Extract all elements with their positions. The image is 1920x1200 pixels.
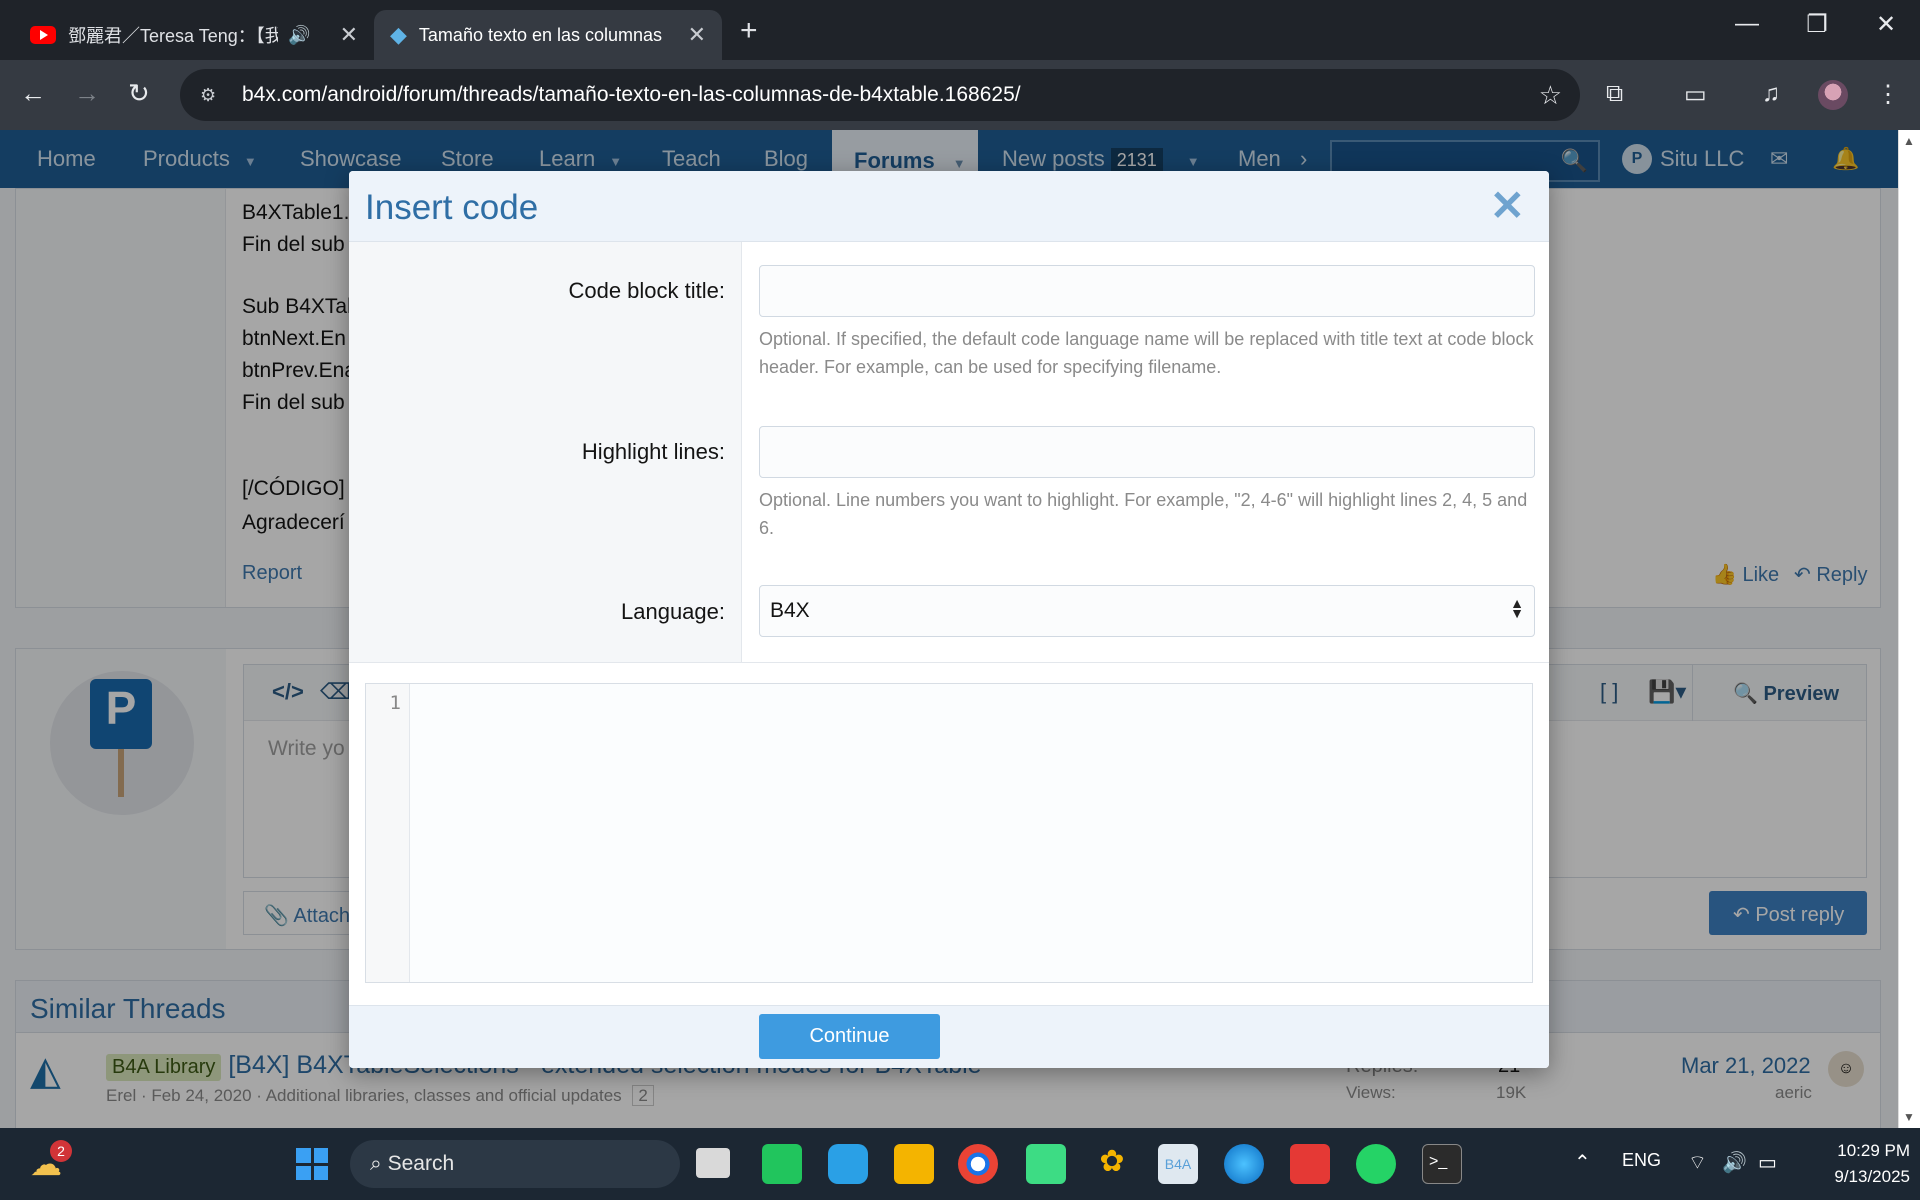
scroll-up-icon[interactable]: ▲ [1903,134,1915,148]
anydesk-icon[interactable] [1290,1144,1330,1184]
taskbar-search[interactable]: ⌕ Search [350,1140,680,1188]
profile-avatar[interactable] [1818,80,1848,110]
android-studio-icon[interactable] [1026,1144,1066,1184]
media-control-icon[interactable]: ♫ [1762,80,1780,108]
back-icon[interactable]: ← [20,78,46,109]
show-hidden-icons[interactable]: ⌃ [1574,1150,1591,1175]
browser-toolbar: ← → ↻ ⚙ b4x.com/android/forum/threads/ta… [0,60,1920,130]
weather-badge: 2 [50,1140,72,1162]
system-clock[interactable]: 10:29 PM 9/13/2025 [1806,1138,1910,1190]
extensions-icon[interactable]: ⧉ [1606,80,1623,108]
select-arrows-icon: ▲ ▼ [1510,595,1524,621]
menu-icon[interactable]: ⋮ [1876,80,1900,109]
dialog-title: Insert code [365,188,539,227]
terminal-icon[interactable]: >_ [1422,1144,1462,1184]
highlight-lines-row: Highlight lines: Optional. Line numbers … [349,403,1549,563]
language-row: Language: B4X ▲ ▼ [349,563,1549,663]
scroll-down-icon[interactable]: ▼ [1903,1110,1915,1124]
insert-code-dialog: Insert code ✕ Code block title: Optional… [349,171,1549,1068]
reload-icon[interactable]: ↻ [128,78,150,109]
code-block-title-label: Code block title: [349,242,742,403]
highlight-lines-input[interactable] [759,426,1535,478]
site-info-icon[interactable]: ⚙ [200,85,224,105]
browser-tab-bar: 鄧麗君／Teresa Teng：【我只 🔊 ✕ ◆ Tamaño texto e… [0,0,1920,60]
forward-icon[interactable]: → [74,78,100,109]
line-number: 1 [389,692,401,714]
wifi-icon[interactable]: ⌔ [1688,1150,1707,1175]
line-number-gutter: 1 [366,684,410,982]
input-language[interactable]: ENG [1622,1150,1661,1171]
code-block-title-hint: Optional. If specified, the default code… [759,329,1534,377]
windows-taskbar: ☁ 2 ⌕ Search ✿ B4A >_ ⌃ ENG ⌔ 🔊 ▭ 10:29 … [0,1128,1920,1200]
new-tab-button[interactable]: + [740,14,758,48]
continue-button[interactable]: Continue [759,1014,940,1059]
close-tab-icon[interactable]: ✕ [340,22,358,48]
windows-start-icon[interactable] [292,1144,332,1184]
chrome-icon[interactable] [958,1144,998,1184]
search-icon: ⌕ [370,1152,382,1175]
speaker-icon[interactable]: 🔊 [288,25,310,46]
code-block-title-input[interactable] [759,265,1535,317]
url-text: b4x.com/android/forum/threads/tamaño-tex… [242,83,1021,106]
volume-icon[interactable]: 🔊 [1722,1150,1747,1175]
app-green-icon[interactable] [762,1144,802,1184]
clock-date: 9/13/2025 [1834,1167,1910,1186]
code-editor[interactable]: 1 [365,683,1533,983]
cast-icon[interactable]: ▭ [1684,80,1707,109]
highlight-lines-hint: Optional. Line numbers you want to highl… [759,490,1528,538]
highlight-lines-label: Highlight lines: [349,403,742,563]
restore-button[interactable]: ❐ [1787,10,1847,39]
clock-time: 10:29 PM [1837,1141,1910,1160]
close-icon[interactable]: ✕ [1490,181,1525,230]
app-paw-icon[interactable]: ✿ [1092,1144,1132,1184]
b4a-icon[interactable]: B4A [1158,1144,1198,1184]
app-sync-icon[interactable] [828,1144,868,1184]
close-window-button[interactable]: ✕ [1856,10,1916,39]
b4x-logo-icon: ◆ [390,22,407,47]
browser-tab-youtube[interactable]: 鄧麗君／Teresa Teng：【我只 🔊 ✕ [14,10,374,60]
language-select[interactable]: B4X ▲ ▼ [759,585,1535,637]
close-tab-icon[interactable]: ✕ [688,22,706,48]
address-bar[interactable]: ⚙ b4x.com/android/forum/threads/tamaño-t… [180,69,1580,121]
bookmark-star-icon[interactable]: ☆ [1539,80,1562,111]
battery-icon[interactable]: ▭ [1758,1150,1777,1175]
language-value: B4X [770,599,810,622]
language-label: Language: [349,563,742,662]
dialog-footer: Continue [349,1005,1549,1068]
tab-title: 鄧麗君／Teresa Teng：【我只 [68,26,278,46]
minimize-button[interactable]: — [1717,10,1777,38]
file-explorer-icon[interactable] [894,1144,934,1184]
task-view-icon[interactable] [696,1148,730,1178]
whatsapp-icon[interactable] [1356,1144,1396,1184]
page-scrollbar[interactable]: ▲ ▼ [1898,130,1920,1128]
youtube-icon [30,26,56,44]
search-label: Search [387,1152,455,1175]
browser-tab-active[interactable]: ◆ Tamaño texto en las columnas d ✕ [374,10,722,60]
dialog-header: Insert code ✕ [349,171,1549,242]
tab-title: Tamaño texto en las columnas d [418,24,667,45]
edge-icon[interactable] [1224,1144,1264,1184]
code-block-title-row: Code block title: Optional. If specified… [349,242,1549,403]
